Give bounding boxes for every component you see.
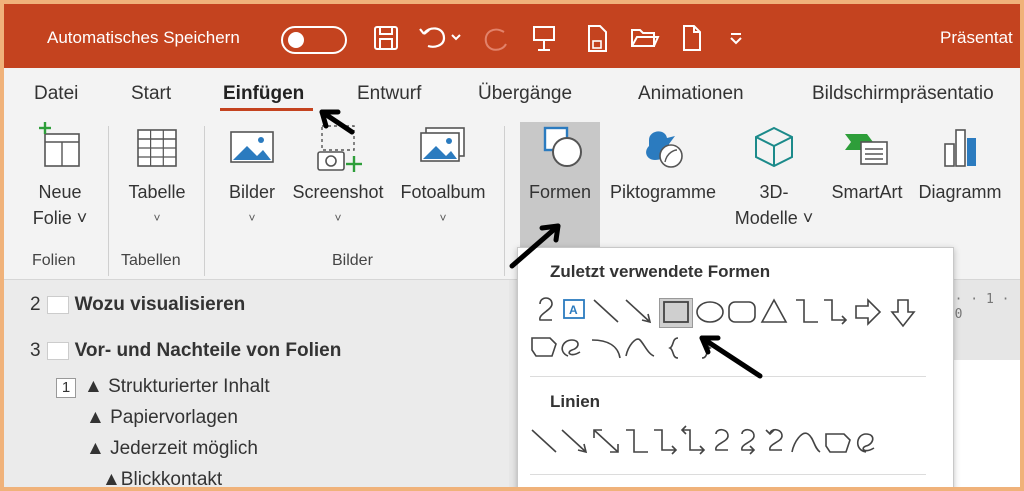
powerpoint-window: Automatisches Speichern Präsentat Datei … [0,0,1024,491]
annotation-arrows [319,109,763,379]
